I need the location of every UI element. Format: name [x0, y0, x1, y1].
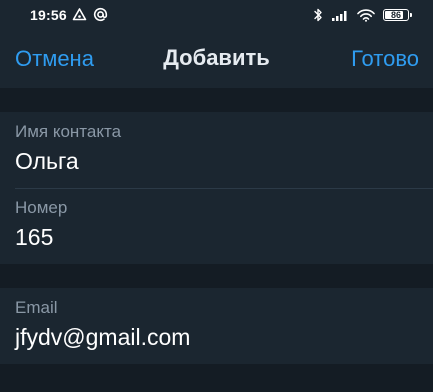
status-left-icons	[72, 7, 108, 22]
contact-fields-section: Имя контакта Ольга Номер 165	[0, 112, 433, 264]
phone-number-label: Номер	[15, 198, 68, 217]
contact-name-field[interactable]: Имя контакта Ольга	[0, 112, 433, 189]
done-button[interactable]: Готово	[351, 46, 419, 72]
email-section: Email jfydv@gmail.com	[0, 288, 433, 364]
battery-tip	[410, 13, 412, 17]
battery-level: 86	[390, 9, 401, 20]
add-contact-screen: 19:56 86 Отмена Добавить Готово Имя конт…	[0, 0, 433, 392]
contact-name-input[interactable]: Ольга	[15, 148, 79, 175]
status-right-icons: 86	[313, 8, 412, 22]
status-bar: 19:56 86	[0, 0, 433, 32]
status-time: 19:56	[30, 7, 67, 23]
email-label: Email	[15, 298, 58, 317]
cancel-button[interactable]: Отмена	[15, 46, 94, 72]
phone-number-input[interactable]: 165	[15, 224, 53, 251]
toolbar: Отмена Добавить Готово	[0, 32, 433, 88]
phone-number-field[interactable]: Номер 165	[0, 188, 433, 264]
battery-icon: 86	[383, 9, 412, 21]
bluetooth-icon	[313, 8, 323, 22]
at-sign-icon	[93, 7, 108, 22]
signal-icon	[331, 9, 349, 22]
triangle-alert-icon	[72, 7, 87, 22]
email-field[interactable]: Email jfydv@gmail.com	[0, 288, 433, 364]
contact-name-label: Имя контакта	[15, 122, 122, 141]
wifi-icon	[357, 8, 375, 22]
email-input[interactable]: jfydv@gmail.com	[15, 324, 190, 351]
